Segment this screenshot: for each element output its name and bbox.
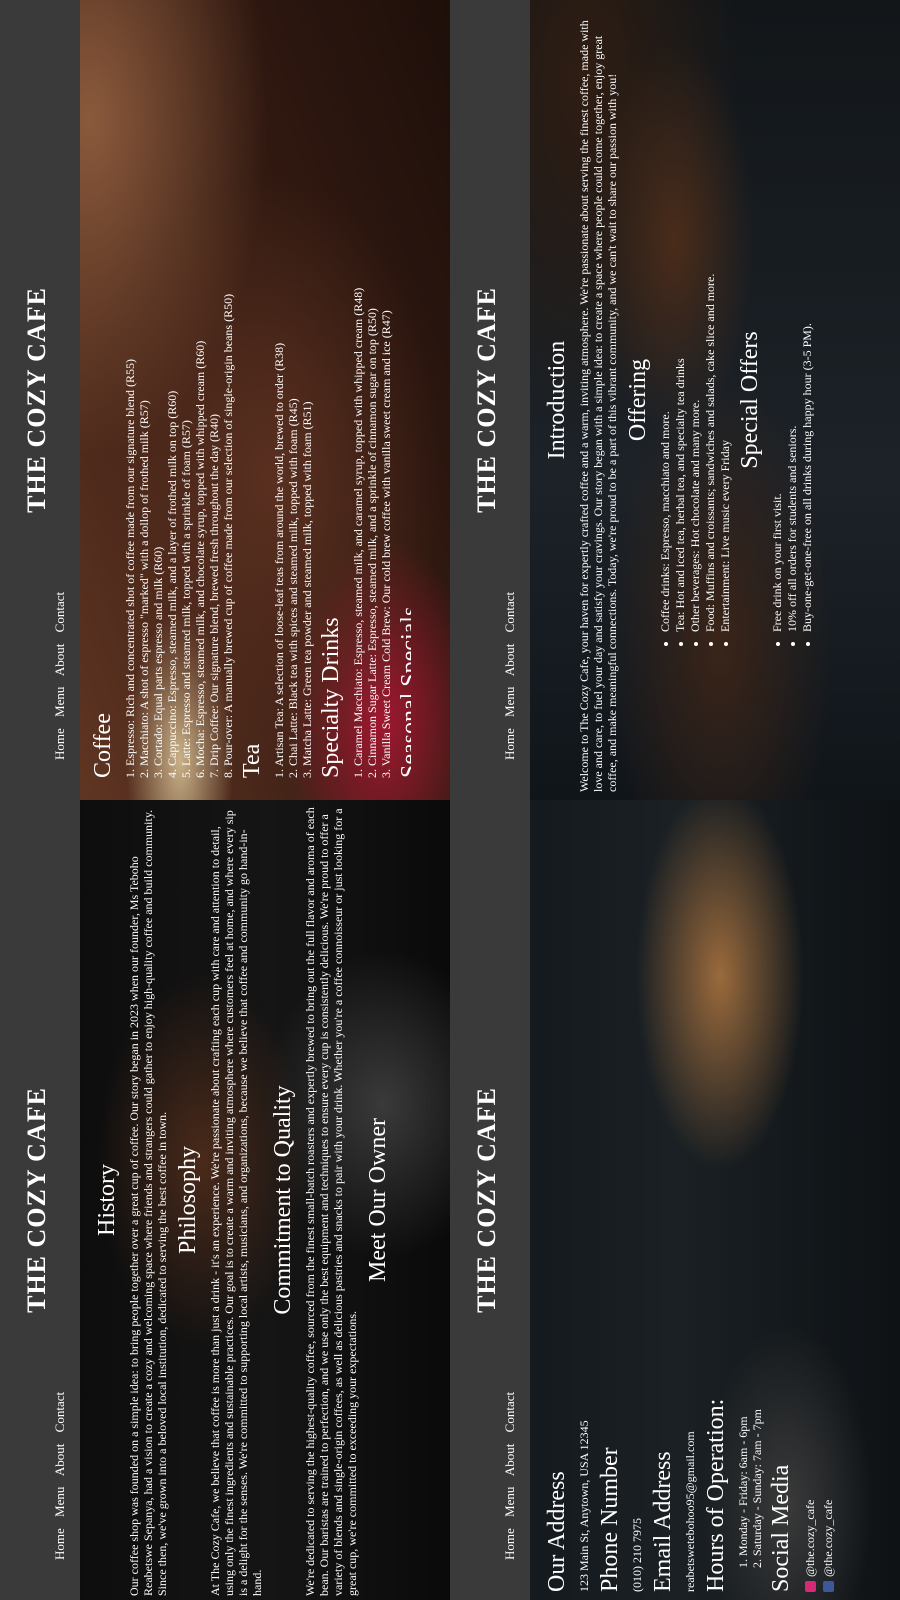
history-heading: History: [94, 1164, 120, 1236]
contact-content: Our Address 123 Main St, Anytown, USA 12…: [540, 814, 837, 1592]
address-heading: Our Address: [544, 1471, 570, 1592]
nav-about[interactable]: About: [502, 1444, 517, 1477]
list-item: 3. Matcha Latte: Green tea powder and st…: [300, 401, 314, 778]
social-heading: Social Media: [768, 1464, 794, 1592]
nav-about[interactable]: About: [52, 644, 67, 677]
instagram-icon: [804, 1581, 816, 1592]
phone-heading: Phone Number: [597, 1447, 623, 1592]
email-heading: Email Address: [650, 1451, 676, 1592]
nav-bar: Home Menu About Contact: [52, 584, 68, 760]
list-item: 1. Monday - Friday: 6am - 6pm: [736, 1416, 750, 1568]
about-page-screenshot: THE COZY CAFE Home Menu About Contact Hi…: [0, 800, 450, 1600]
menu-content: Coffee 1. Espresso: Rich and concentrate…: [86, 14, 417, 778]
home-page-screenshot: THE COZY CAFE Home Menu About Contact In…: [450, 0, 900, 800]
list-item: 1. Espresso: Rich and concentrated shot …: [123, 359, 137, 778]
nav-contact[interactable]: Contact: [502, 592, 517, 632]
offering-list: Coffee drinks: Espresso, macchiato and m…: [658, 8, 733, 632]
facebook-icon: [822, 1581, 834, 1592]
nav-bar: Home Menu About Contact: [502, 1384, 518, 1560]
contact-page-screenshot: THE COZY CAFE Home Menu About Contact Ou…: [450, 800, 900, 1600]
facebook-link[interactable]: @the.cozy_cafe: [819, 814, 837, 1592]
list-item: 3. Cortado: Equal parts espresso and mil…: [151, 546, 165, 778]
about-page-rotated: THE COZY CAFE Home Menu About Contact Hi…: [0, 800, 450, 1600]
list-item: Tea: Hot and iced tea, herbal tea, and s…: [673, 8, 688, 632]
quality-text: We're dedicated to serving the highest-q…: [303, 807, 359, 1596]
philosophy-text: At The Cozy Cafe, we believe that coffee…: [208, 810, 264, 1596]
specialty-heading: Specialty Drinks: [318, 617, 344, 778]
history-text: Our coffee shop was founded on a simple …: [127, 809, 169, 1596]
list-item: 2. Macchiato: A shot of espresso "marked…: [137, 400, 151, 778]
phone-text: (010) 210 7975: [630, 1518, 644, 1592]
about-content: History Our coffee shop was founded on a…: [90, 804, 398, 1596]
seasonal-heading: Seasonal Specials: [397, 606, 411, 778]
offers-heading: Special Offers: [737, 331, 763, 469]
list-item: Free drink on your first visit.: [770, 8, 785, 632]
tea-heading: Tea: [239, 743, 265, 778]
list-item: 1. Caramel Macchiato: Espresso, steamed …: [351, 287, 365, 778]
brand-title: THE COZY CAFE: [472, 287, 501, 513]
offers-list: Free drink on your first visit. 10% off …: [770, 8, 815, 632]
menu-page-screenshot: THE COZY CAFE Home Menu About Contact Co…: [0, 0, 450, 800]
nav-menu[interactable]: Menu: [502, 1487, 517, 1517]
philosophy-heading: Philosophy: [175, 1145, 201, 1255]
list-item: 5. Latte: Espresso and steamed milk, top…: [179, 420, 193, 778]
nav-home[interactable]: Home: [52, 1528, 67, 1560]
site-header: THE COZY CAFE Home Menu About Contact: [450, 0, 530, 800]
intro-heading: Introduction: [544, 340, 570, 460]
home-page-rotated: THE COZY CAFE Home Menu About Contact In…: [450, 0, 900, 800]
nav-contact[interactable]: Contact: [502, 1392, 517, 1432]
nav-home[interactable]: Home: [502, 728, 517, 760]
list-item: Entertainment: Live music every Friday: [718, 8, 733, 632]
nav-contact[interactable]: Contact: [52, 1392, 67, 1432]
site-header: THE COZY CAFE Home Menu About Contact: [0, 800, 80, 1600]
nav-bar: Home Menu About Contact: [502, 584, 518, 760]
nav-menu[interactable]: Menu: [52, 1487, 67, 1517]
nav-bar: Home Menu About Contact: [52, 1384, 68, 1560]
list-item: 8. Pour-over: A manually brewed cup of c…: [221, 293, 235, 778]
nav-home[interactable]: Home: [502, 1528, 517, 1560]
nav-menu[interactable]: Menu: [502, 687, 517, 717]
contact-page-rotated: THE COZY CAFE Home Menu About Contact Ou…: [450, 800, 900, 1600]
list-item: 2. Saturday - Sunday: 7am - 7pm: [750, 1409, 764, 1568]
list-item: 4. Cappuccino: Espresso, steamed milk, a…: [165, 390, 179, 778]
list-item: Other beverages: Hot chocolate and many …: [688, 8, 703, 632]
brand-title: THE COZY CAFE: [22, 1087, 51, 1313]
list-item: 2. Cinnamon Sugar Latte: Espresso, steam…: [365, 308, 379, 778]
address-text: 123 Main St, Anytown, USA 12345: [577, 1420, 591, 1592]
nav-menu[interactable]: Menu: [52, 687, 67, 717]
list-item: 6. Mocha: Espresso, steamed milk, and ch…: [193, 340, 207, 778]
nav-home[interactable]: Home: [52, 728, 67, 760]
list-item: Buy-one-get-one-free on all drinks durin…: [800, 8, 815, 632]
nav-contact[interactable]: Contact: [52, 592, 67, 632]
quality-heading: Commitment to Quality: [270, 1085, 296, 1315]
facebook-handle: @the.cozy_cafe: [821, 1499, 835, 1577]
specialty-list: 1. Caramel Macchiato: Espresso, steamed …: [351, 14, 393, 778]
list-item: Coffee drinks: Espresso, macchiato and m…: [658, 8, 673, 632]
list-item: 3. Vanilla Sweet Cream Cold Brew: Our co…: [379, 310, 393, 778]
offering-heading: Offering: [625, 358, 651, 442]
hours-list: 1. Monday - Friday: 6am - 6pm 2. Saturda…: [736, 814, 764, 1568]
nav-about[interactable]: About: [502, 644, 517, 677]
coffee-heading: Coffee: [90, 713, 116, 778]
email-text[interactable]: reabetswetebohoo95@gmail.com: [683, 814, 697, 1592]
list-item: 10% off all orders for students and seni…: [785, 8, 800, 632]
coffee-list: 1. Espresso: Rich and concentrated shot …: [123, 14, 235, 778]
list-item: 2. Chai Latte: Black tea with spices and…: [286, 398, 300, 778]
list-item: 7. Drip Coffee: Our signature blend, bre…: [207, 413, 221, 778]
tea-list: 1. Artisan Tea: A selection of loose-lea…: [272, 14, 314, 778]
brand-title: THE COZY CAFE: [22, 287, 51, 513]
home-content: Introduction Welcome to The Cozy Cafe, y…: [540, 8, 817, 792]
menu-page-rotated: THE COZY CAFE Home Menu About Contact Co…: [0, 0, 450, 800]
owner-heading: Meet Our Owner: [365, 1118, 391, 1282]
list-item: Food: Muffins and croissants; sandwiches…: [703, 8, 718, 632]
list-item: 1. Artisan Tea: A selection of loose-lea…: [272, 342, 286, 778]
brand-title: THE COZY CAFE: [472, 1087, 501, 1313]
intro-text: Welcome to The Cozy Cafe, your haven for…: [577, 20, 619, 792]
hours-heading: Hours of Operation:: [703, 1398, 729, 1592]
instagram-handle: @the.cozy_cafe: [803, 1499, 817, 1577]
nav-about[interactable]: About: [52, 1444, 67, 1477]
site-header: THE COZY CAFE Home Menu About Contact: [0, 0, 80, 800]
instagram-link[interactable]: @the.cozy_cafe: [801, 814, 819, 1592]
site-header: THE COZY CAFE Home Menu About Contact: [450, 800, 530, 1600]
